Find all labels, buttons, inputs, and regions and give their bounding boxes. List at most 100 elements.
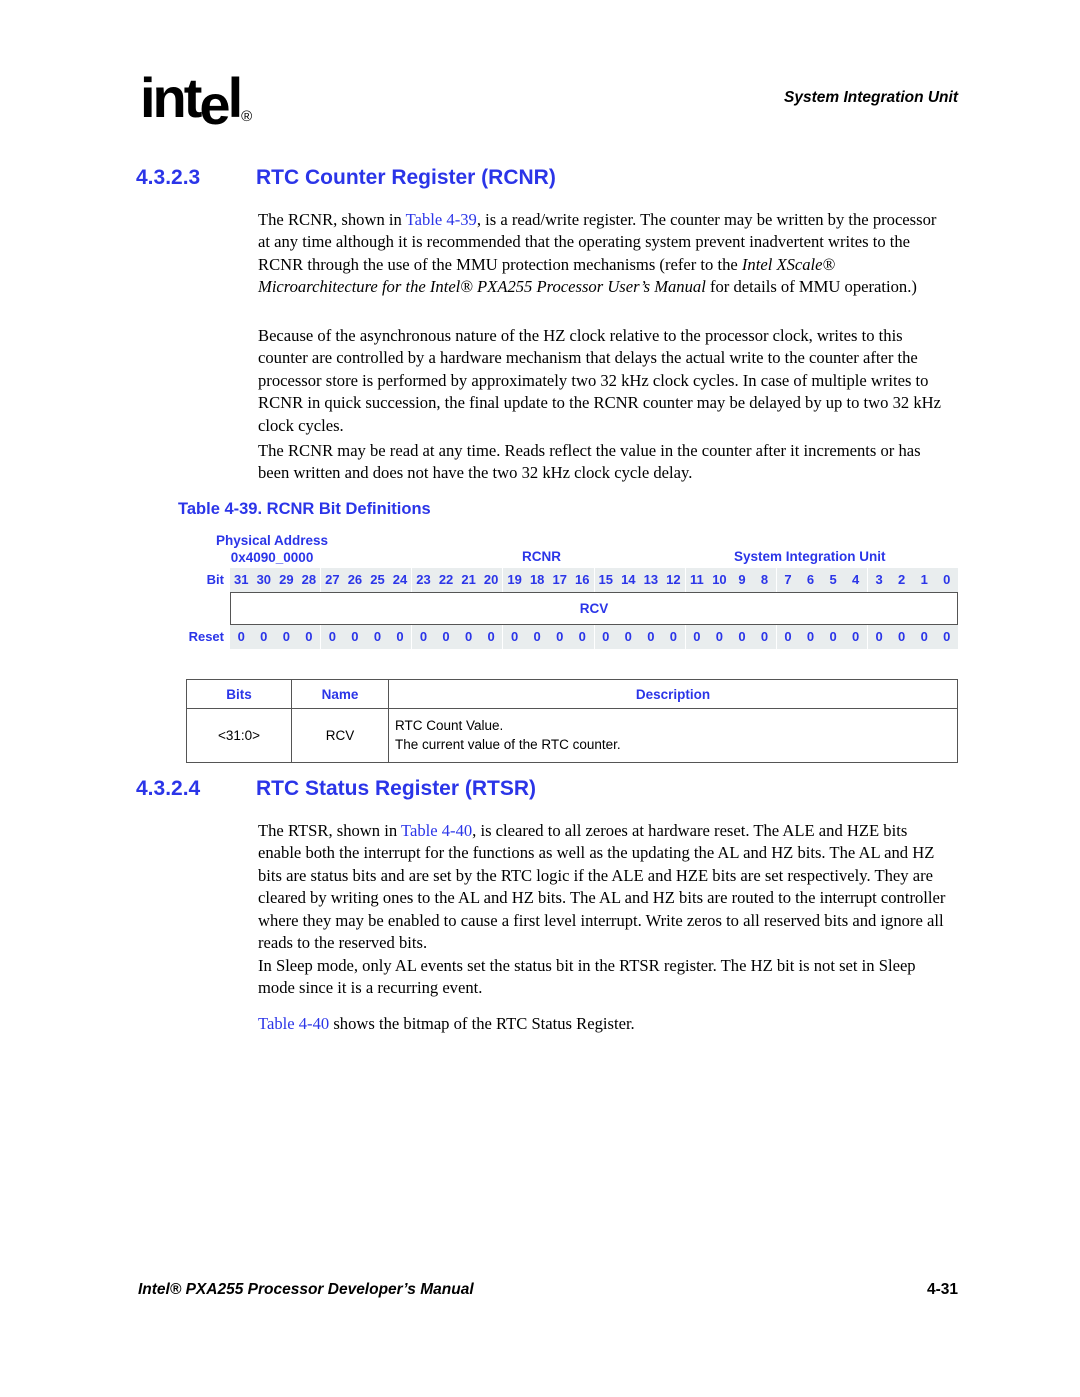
cell-bits: <31:0> xyxy=(186,708,292,763)
reset-value-cell: 0 xyxy=(624,629,632,644)
bit-number-cell: 29 xyxy=(279,572,294,587)
section-number: 4.3.2.3 xyxy=(136,166,201,189)
reset-value-cell: 0 xyxy=(669,629,677,644)
description-line-1: RTC Count Value. xyxy=(395,718,504,733)
reset-value-cell: 0 xyxy=(320,625,344,649)
bit-number-cell: 5 xyxy=(829,572,837,587)
reset-value-cell: 0 xyxy=(442,629,450,644)
table-header-row: Bits Name Description xyxy=(186,679,958,709)
intel-logo: intel® xyxy=(140,70,253,133)
cell-description: RTC Count Value. The current value of th… xyxy=(388,708,958,763)
logo-text-part2: l xyxy=(227,66,243,129)
bit-number-cell: 24 xyxy=(392,572,408,587)
register-field-rcv: RCV xyxy=(230,592,958,625)
reset-row-label: Reset xyxy=(188,629,224,644)
reset-value-cell: 0 xyxy=(738,629,746,644)
reset-value-cell: 0 xyxy=(829,629,837,644)
paragraph-rtsr-intro: The RTSR, shown in Table 4-40, is cleare… xyxy=(258,820,950,954)
bit-number-cell: 3 xyxy=(866,568,891,592)
paragraph-text: The RTSR, shown in xyxy=(258,821,401,840)
cell-name: RCV xyxy=(291,708,389,763)
document-page: intel® System Integration Unit 4.3.2.3 RT… xyxy=(0,0,1080,1397)
bit-number-cell: 19 xyxy=(502,568,526,592)
paragraph-text: shows the bitmap of the RTC Status Regis… xyxy=(329,1014,635,1033)
reset-value-cell: 0 xyxy=(578,629,586,644)
footer-page-number: 4-31 xyxy=(926,1281,958,1298)
reset-value-cell: 0 xyxy=(684,625,709,649)
paragraph-read-behavior: The RCNR may be read at any time. Reads … xyxy=(258,441,921,483)
bit-number-cell: 22 xyxy=(438,572,454,587)
reset-value-cell: 0 xyxy=(806,629,815,644)
bit-number-cell: 21 xyxy=(461,572,476,587)
section-heading-4-3-2-4: 4.3.2.4 RTC Status Register (RTSR) xyxy=(136,777,966,801)
register-metadata: Physical Address 0x4090_0000 RCNR System… xyxy=(186,532,958,568)
bit-row-label: Bit xyxy=(206,572,224,587)
registered-trademark-icon: ® xyxy=(241,108,253,125)
bit-number-cell: 16 xyxy=(575,572,590,587)
bit-number-cell: 0 xyxy=(943,572,951,587)
reset-value-cell: 0 xyxy=(533,629,541,644)
page-footer: Intel® PXA255 Processor Developer’s Manu… xyxy=(138,1281,958,1305)
reset-value-cell: 0 xyxy=(775,625,800,649)
reset-value-cell: 0 xyxy=(411,625,435,649)
reset-value-cell: 0 xyxy=(593,625,618,649)
reset-value-cell: 0 xyxy=(647,629,655,644)
bit-number-cell: 27 xyxy=(320,568,344,592)
bit-number-cell: 15 xyxy=(593,568,618,592)
paragraph-async-write-delay: Because of the asynchronous nature of th… xyxy=(258,326,941,435)
running-head: System Integration Unit xyxy=(784,89,958,106)
reset-value-cell: 0 xyxy=(715,629,724,644)
table-row: <31:0> RCV RTC Count Value. The current … xyxy=(186,708,958,763)
physical-address: Physical Address 0x4090_0000 xyxy=(216,532,328,566)
reset-value-cell: 0 xyxy=(260,629,268,644)
reset-value-cell: 0 xyxy=(866,625,891,649)
reset-value-cell: 0 xyxy=(943,629,951,644)
table-39-bit-definitions: Bits Name Description <31:0> RCV RTC Cou… xyxy=(186,679,958,763)
register-name: RCNR xyxy=(522,549,561,564)
paragraph-rcnr-intro: The RCNR, shown in Table 4-39, is a read… xyxy=(258,209,950,299)
bit-number-cell: 30 xyxy=(256,572,272,587)
bit-number-cell: 8 xyxy=(760,572,769,587)
bit-number-cell: 31 xyxy=(234,572,249,587)
bit-number-cell: 18 xyxy=(529,572,545,587)
bit-number-cell: 26 xyxy=(347,572,363,587)
reset-value-cell: 0 xyxy=(487,629,495,644)
bit-number-cell: 1 xyxy=(920,572,928,587)
physical-address-value: 0x4090_0000 xyxy=(230,550,314,565)
xref-table-4-40-second[interactable]: Table 4-40 xyxy=(258,1014,329,1033)
physical-address-label: Physical Address xyxy=(216,533,329,548)
xref-table-4-39[interactable]: Table 4-39 xyxy=(406,210,477,229)
section-title: RTC Counter Register (RCNR) xyxy=(256,166,556,189)
description-line-2: The current value of the RTC counter. xyxy=(395,736,621,752)
bit-number-cell: 11 xyxy=(684,568,709,592)
column-header-description: Description xyxy=(388,679,958,709)
section-number: 4.3.2.4 xyxy=(136,777,201,800)
bit-number-cell: 12 xyxy=(666,572,681,587)
bit-number-cell: 23 xyxy=(411,568,435,592)
reset-value-cell: 0 xyxy=(920,629,928,644)
bit-number-cell: 10 xyxy=(712,572,727,587)
bit-number-cell: 2 xyxy=(898,572,906,587)
reset-value-cell: 0 xyxy=(760,629,769,644)
xref-table-4-40[interactable]: Table 4-40 xyxy=(401,821,472,840)
register-field-name: RCV xyxy=(579,601,609,616)
paragraph-text: , is cleared to all zeroes at hardware r… xyxy=(258,821,946,953)
logo-text-e: e xyxy=(199,73,230,136)
section-title: RTC Status Register (RTSR) xyxy=(256,777,537,800)
reset-value-cell: 0 xyxy=(351,629,359,644)
paragraph-text: The RCNR, shown in xyxy=(258,210,406,229)
column-header-bits: Bits xyxy=(186,679,292,709)
bit-number-cell: 17 xyxy=(552,572,567,587)
column-header-name: Name xyxy=(291,679,389,709)
paragraph-text: for details of MMU operation.) xyxy=(705,277,917,297)
paragraph-sleep-mode: In Sleep mode, only AL events set the st… xyxy=(258,956,916,998)
reset-value-row: Reset 00000000000000000000000000000000 xyxy=(189,625,958,649)
table-39-caption: Table 4-39. RCNR Bit Definitions xyxy=(178,500,431,518)
bit-number-cell: 4 xyxy=(851,572,860,587)
bit-number-cell: 20 xyxy=(483,572,499,587)
section-heading-4-3-2-3: 4.3.2.3 RTC Counter Register (RCNR) xyxy=(136,166,966,190)
bit-number-cell: 14 xyxy=(621,572,636,587)
reset-value-cell: 0 xyxy=(305,629,313,644)
reset-value-cell: 0 xyxy=(282,629,290,644)
register-bit-diagram-rcnr: Physical Address 0x4090_0000 RCNR System… xyxy=(186,532,958,649)
